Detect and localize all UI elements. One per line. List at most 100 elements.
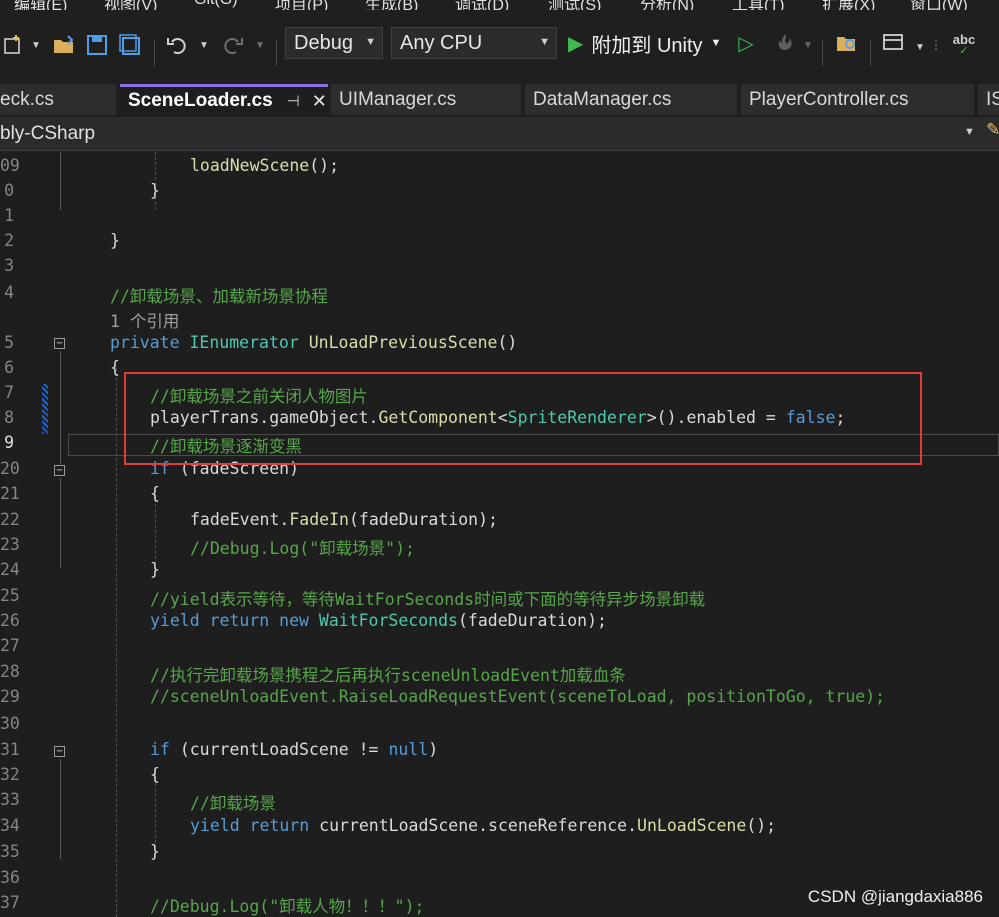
- spell-check-icon[interactable]: abc ✓: [948, 28, 980, 58]
- start-without-debug-icon[interactable]: ▷: [734, 28, 758, 58]
- code-line[interactable]: fadeEvent.FadeIn(fadeDuration);: [190, 510, 498, 529]
- tab-is[interactable]: IS: [978, 84, 999, 115]
- code-token: //Debug.Log("卸载人物！！！");: [150, 897, 425, 916]
- toolbar-grip-icon: ⋮: [930, 38, 942, 52]
- tab-check[interactable]: eck.cs: [0, 84, 116, 115]
- redo-dropdown-icon: ▼: [255, 39, 265, 51]
- code-token: UnLoadScene: [637, 816, 747, 835]
- code-line[interactable]: if (currentLoadScene != null): [150, 740, 438, 759]
- code-token: //sceneUnloadEvent.RaiseLoadRequestEvent…: [150, 687, 886, 706]
- collapse-icon[interactable]: −: [54, 338, 65, 349]
- watermark: CSDN @jiangdaxia886: [807, 887, 983, 906]
- code-line[interactable]: }: [150, 181, 160, 200]
- code-line[interactable]: }: [150, 842, 160, 861]
- menu-item[interactable]: 测试(S): [548, 0, 601, 10]
- line-number: 34: [0, 816, 20, 835]
- toolbar-separator: [154, 40, 155, 66]
- collapse-icon[interactable]: −: [54, 465, 65, 476]
- code-token: }: [110, 231, 120, 250]
- code-line[interactable]: //sceneUnloadEvent.RaiseLoadRequestEvent…: [150, 687, 885, 706]
- save-all-icon[interactable]: [116, 30, 144, 60]
- code-line[interactable]: yield return currentLoadScene.sceneRefer…: [190, 816, 776, 835]
- save-icon[interactable]: [84, 30, 110, 60]
- code-token: //yield表示等待，等待WaitForSeconds时间或下面的等待异步场景…: [150, 590, 706, 609]
- code-token: }: [150, 560, 160, 579]
- code-line[interactable]: //卸载场景: [190, 790, 276, 814]
- code-editor[interactable]: − − − 09 loadNewScene(); 0} 1 2} 3 4//卸载场景、加载新…: [0, 152, 999, 917]
- menu-item[interactable]: 生成(B): [365, 0, 418, 10]
- line-number: 26: [0, 611, 20, 630]
- chevron-down-icon: ▼: [710, 37, 722, 49]
- code-line[interactable]: loadNewScene();: [190, 156, 339, 175]
- configuration-select[interactable]: Debug ▼: [285, 27, 383, 59]
- code-token: (currentLoadScene !=: [179, 740, 389, 759]
- fold-line: [60, 351, 61, 464]
- collapse-icon[interactable]: −: [54, 746, 65, 757]
- new-project-icon[interactable]: [0, 30, 26, 60]
- window-layout-icon[interactable]: [878, 28, 908, 58]
- menu-item[interactable]: 窗口(W): [910, 0, 968, 10]
- project-selector[interactable]: bly-CSharp: [0, 123, 95, 145]
- code-token: ();: [309, 156, 340, 175]
- line-number: 31: [0, 740, 20, 759]
- code-token: yield return: [190, 816, 320, 835]
- chevron-down-icon[interactable]: ▼: [964, 126, 975, 138]
- code-line[interactable]: 1 个引用: [110, 308, 179, 332]
- code-line[interactable]: }: [110, 231, 120, 250]
- menu-item[interactable]: 工具(T): [732, 0, 784, 10]
- line-number: 32: [0, 765, 20, 784]
- code-line[interactable]: {: [110, 358, 120, 377]
- line-number: 25: [0, 586, 20, 605]
- menu-item[interactable]: 编辑(E): [14, 0, 67, 10]
- line-number: 20: [0, 459, 20, 478]
- code-line[interactable]: //Debug.Log("卸载人物！！！");: [150, 893, 424, 917]
- fold-line: [60, 152, 61, 210]
- code-token: IEnumerator: [189, 333, 309, 352]
- find-in-files-icon[interactable]: [832, 28, 862, 58]
- dropdown-arrow-icon[interactable]: ▼: [914, 40, 926, 54]
- code-token: {: [150, 484, 160, 503]
- tab-playercontroller[interactable]: PlayerController.cs: [741, 84, 974, 115]
- undo-icon[interactable]: [164, 30, 190, 60]
- pin-icon[interactable]: ⊣: [287, 92, 300, 110]
- dropdown-arrow-icon: ▼: [803, 39, 813, 51]
- line-number: 24: [0, 560, 20, 579]
- tab-datamanager[interactable]: DataManager.cs: [525, 84, 737, 115]
- pencil-icon: ✎: [986, 120, 999, 139]
- menu-item[interactable]: Git(G): [194, 0, 238, 9]
- code-token: currentLoadScene.sceneReference.: [319, 816, 638, 835]
- platform-select[interactable]: Any CPU ▼: [391, 27, 557, 59]
- menu-item[interactable]: 扩展(X): [822, 0, 875, 10]
- undo-dropdown-icon[interactable]: ▼: [198, 38, 210, 52]
- fold-line: [60, 478, 61, 568]
- menu-item[interactable]: 项目(P): [275, 0, 328, 10]
- line-number: 7: [4, 383, 14, 402]
- menu-item[interactable]: 调试(D): [455, 0, 509, 10]
- code-line[interactable]: //执行完卸载场景携程之后再执行sceneUnloadEvent加载血条: [150, 662, 626, 686]
- menu-item[interactable]: 视图(V): [104, 0, 157, 10]
- redo-icon: [220, 30, 246, 60]
- code-line[interactable]: }: [150, 560, 160, 579]
- code-line[interactable]: {: [150, 484, 160, 503]
- line-number: 33: [0, 790, 20, 809]
- line-number: 27: [0, 636, 20, 655]
- line-number: 5: [4, 333, 14, 352]
- code-line[interactable]: private IEnumerator UnLoadPreviousScene(…: [110, 333, 517, 352]
- menu-item[interactable]: 分析(N): [640, 0, 694, 10]
- code-line[interactable]: yield return new WaitForSeconds(fadeDura…: [150, 611, 607, 630]
- close-icon[interactable]: ✕: [312, 91, 327, 112]
- tab-sceneloader[interactable]: SceneLoader.cs ⊣ ✕: [120, 84, 328, 115]
- attach-unity-button[interactable]: ▶ 附加到 Unity ▼: [568, 28, 721, 58]
- code-line[interactable]: //卸载场景、加载新场景协程: [110, 283, 328, 307]
- tab-uimanager[interactable]: UIManager.cs: [331, 84, 521, 115]
- line-number: 9: [4, 433, 14, 452]
- code-line[interactable]: {: [150, 765, 160, 784]
- code-token: (fadeDuration);: [348, 510, 498, 529]
- line-number: 29: [0, 687, 20, 706]
- code-token: 1 个引用: [110, 312, 180, 331]
- code-line[interactable]: //yield表示等待，等待WaitForSeconds时间或下面的等待异步场景…: [150, 586, 705, 610]
- open-folder-icon[interactable]: [50, 30, 78, 60]
- dropdown-arrow-icon[interactable]: ▼: [30, 38, 42, 52]
- line-number: 21: [0, 484, 20, 503]
- code-line[interactable]: //Debug.Log("卸载场景");: [190, 535, 415, 559]
